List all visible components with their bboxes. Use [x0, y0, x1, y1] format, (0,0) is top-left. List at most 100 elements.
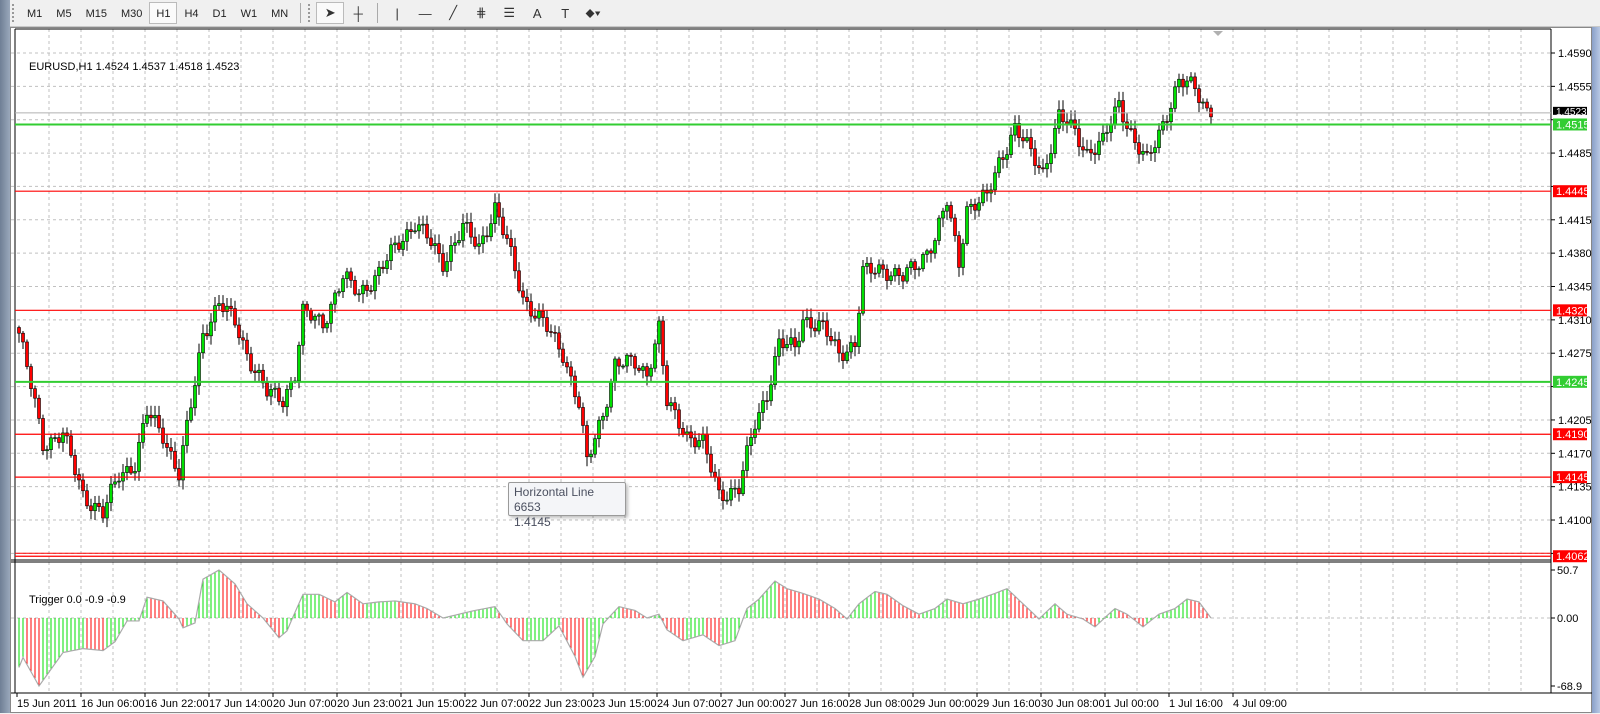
time-tick-label: 20 Jun 23:00 [337, 698, 401, 710]
bearish-candle-body [1193, 76, 1197, 89]
bullish-candle-body [377, 266, 381, 277]
bearish-candle-body [57, 437, 61, 443]
bullish-candle-body [597, 419, 601, 440]
bearish-candle-body [21, 332, 25, 343]
bearish-candle-body [693, 437, 697, 448]
bearish-candle-body [1029, 137, 1033, 150]
candle [89, 498, 93, 520]
fibo-fan-tool-button[interactable]: ⋕ [467, 2, 495, 24]
candle [149, 405, 153, 427]
bearish-candle-body [561, 348, 565, 363]
candle [801, 310, 805, 344]
vertical-line-tool-button[interactable]: | [383, 2, 411, 24]
bearish-candle-body [1133, 128, 1137, 143]
bullish-candle-body [889, 275, 893, 281]
candle [733, 479, 737, 498]
bullish-candle-body [613, 358, 617, 382]
bearish-candle-body [645, 366, 649, 377]
bullish-candle-body [733, 487, 737, 490]
candle [233, 300, 237, 328]
candle [433, 234, 437, 255]
candle [1045, 154, 1049, 178]
crosshair-tool-button[interactable]: ┼ [344, 2, 372, 24]
timeframe-m5-button[interactable]: M5 [49, 2, 78, 24]
candle [421, 215, 425, 235]
candle [437, 234, 441, 263]
bearish-candle-body [565, 362, 569, 368]
toolbar-grip[interactable] [308, 4, 312, 22]
candle [321, 312, 325, 334]
candle [873, 267, 877, 280]
bullish-candle-body [1109, 124, 1113, 133]
bearish-candle-body [89, 505, 93, 512]
bullish-candle-body [297, 344, 301, 382]
candle [513, 237, 517, 279]
time-tick-label: 27 Jun 16:00 [785, 698, 849, 710]
time-tick-label: 23 Jun 15:00 [593, 698, 657, 710]
bearish-candle-body [781, 338, 785, 349]
candle [453, 233, 457, 254]
candle [945, 201, 949, 220]
vertical-scrollbar[interactable] [1592, 27, 1600, 713]
bearish-candle-body [1205, 101, 1209, 109]
timeframe-m1-button[interactable]: M1 [20, 2, 49, 24]
candle [429, 229, 433, 250]
candle [861, 259, 865, 316]
bullish-candle-body [345, 271, 349, 279]
candle [113, 473, 117, 488]
chart-canvas[interactable]: 1.4590 1.4555 1.4485 1.4415 1.4380 1.4345 1.43… [11, 28, 1593, 714]
time-tick-label: 16 Jun 06:00 [81, 698, 145, 710]
candle [865, 256, 869, 275]
candle [329, 301, 333, 333]
timeframe-h4-button[interactable]: H4 [177, 2, 205, 24]
bearish-candle-body [897, 268, 901, 276]
candle [1169, 102, 1173, 131]
bearish-candle-body [309, 310, 313, 321]
candle [185, 410, 189, 453]
candle [1105, 123, 1109, 143]
timeframe-d1-button[interactable]: D1 [206, 2, 234, 24]
bullish-candle-body [917, 268, 921, 271]
text-label-tool-button[interactable]: T [551, 2, 579, 24]
bearish-candle-body [1181, 78, 1185, 88]
bearish-candle-body [85, 490, 89, 507]
timeframe-m30-button[interactable]: M30 [114, 2, 149, 24]
timeframe-w1-button[interactable]: W1 [234, 2, 265, 24]
horizontal-line-tool-button[interactable]: — [411, 2, 439, 24]
candle [673, 396, 677, 420]
candle [325, 320, 329, 333]
timeframe-h1-button[interactable]: H1 [149, 2, 178, 24]
candle [1145, 143, 1149, 156]
candle [1205, 98, 1209, 112]
candle [781, 329, 785, 357]
chart-window[interactable]: 1.4590 1.4555 1.4485 1.4415 1.4380 1.4345 1.43… [10, 27, 1593, 714]
candle [649, 364, 653, 383]
timeframe-mn-button[interactable]: MN [264, 2, 295, 24]
bearish-candle-body [629, 354, 633, 357]
bullish-candle-body [1085, 148, 1089, 151]
candle [1037, 156, 1041, 174]
cursor-tool-button[interactable]: ➤ [316, 2, 345, 24]
text-tool-button[interactable]: A [523, 2, 551, 24]
candle [577, 391, 581, 410]
bullish-candle-body [1005, 154, 1009, 160]
candle [677, 403, 681, 437]
bearish-candle-body [521, 290, 525, 298]
candle [1005, 147, 1009, 168]
candle [49, 433, 53, 459]
timeframe-m15-button[interactable]: M15 [79, 2, 114, 24]
candle [29, 363, 33, 397]
bullish-candle-body [45, 449, 49, 452]
symbol-info: EURUSD,H1 1.4524 1.4537 1.4518 1.4523 [29, 61, 240, 73]
bullish-candle-body [181, 445, 185, 481]
bearish-candle-body [129, 466, 133, 474]
candle [209, 313, 213, 345]
arrows-dropdown-tool-button[interactable]: ⬥▾ [579, 2, 607, 24]
fibo-retracement-tool-button[interactable]: ☰ [495, 2, 523, 24]
candle [253, 364, 257, 381]
candle [749, 428, 753, 456]
bullish-candle-body [1177, 78, 1181, 88]
trendline-tool-button[interactable]: ╱ [439, 2, 467, 24]
toolbar-grip[interactable] [12, 4, 16, 22]
bullish-candle-body [49, 437, 53, 450]
